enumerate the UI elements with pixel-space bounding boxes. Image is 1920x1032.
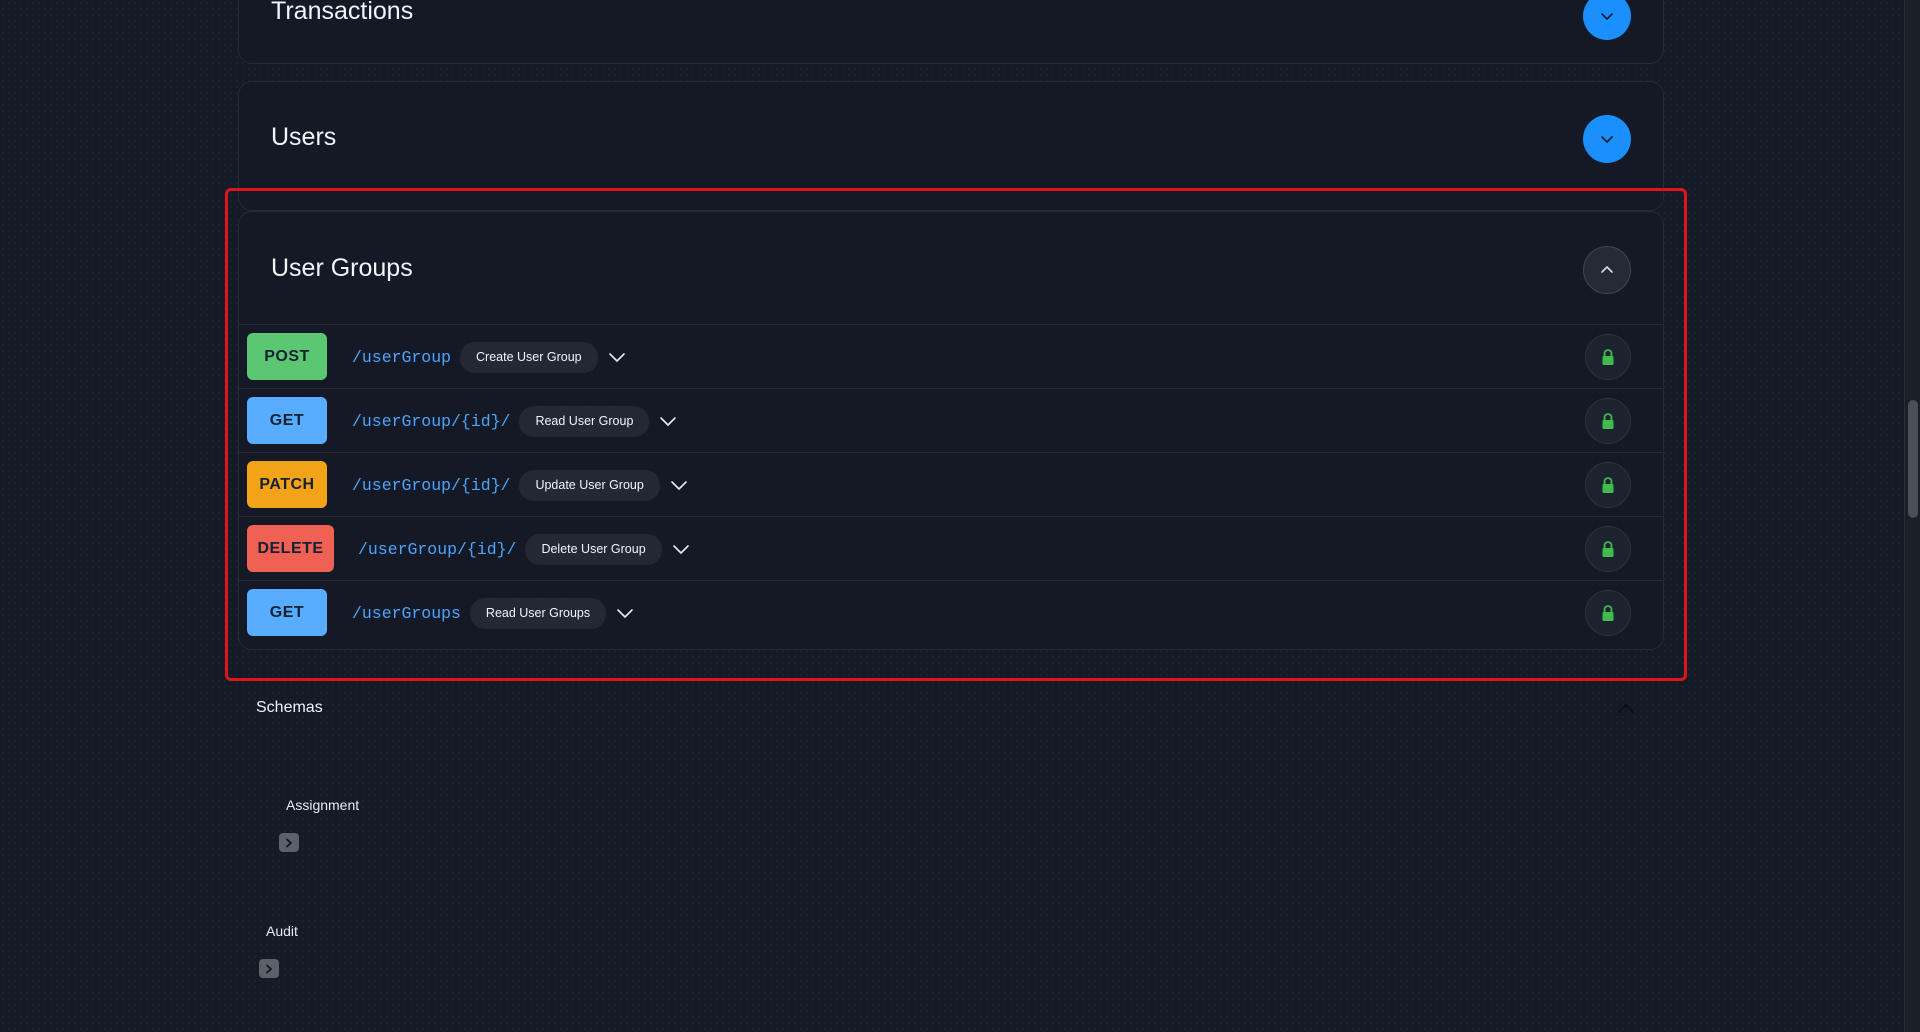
operation-path: /userGroup/{id}/	[352, 411, 511, 431]
chevron-right-icon	[286, 838, 292, 847]
section-transactions: Transactions	[238, 0, 1664, 64]
chevron-up-icon	[1601, 266, 1613, 273]
method-badge-patch: PATCH	[247, 461, 327, 508]
method-badge-post: POST	[247, 333, 327, 380]
scrollbar-thumb[interactable]	[1908, 400, 1918, 518]
chevron-down-icon[interactable]	[616, 604, 634, 622]
lock-icon	[1602, 349, 1614, 365]
operation-summary: Update User Group	[519, 469, 660, 501]
section-title-user-groups[interactable]: User Groups	[271, 254, 413, 283]
chevron-down-icon[interactable]	[672, 540, 690, 558]
operation-summary: Read User Groups	[469, 597, 607, 629]
section-users: Users	[238, 81, 1664, 211]
operation-row[interactable]: GET /userGroup/{id}/ Read User Group	[239, 388, 1663, 452]
method-badge-get: GET	[247, 589, 327, 636]
schema-expand-button[interactable]	[279, 833, 299, 852]
operation-path: /userGroup	[352, 347, 452, 367]
api-docs-page: Transactions Users User Groups POST /use…	[0, 0, 1904, 1032]
schema-name: Audit	[266, 923, 298, 939]
vertical-scrollbar[interactable]	[1904, 0, 1920, 1032]
users-toggle-button[interactable]	[1583, 115, 1631, 163]
lock-icon	[1602, 477, 1614, 493]
chevron-right-icon	[266, 964, 272, 973]
operations-list: POST /userGroup Create User Group GET /u…	[239, 324, 1663, 644]
authorize-button[interactable]	[1585, 590, 1631, 636]
lock-icon	[1602, 413, 1614, 429]
user-groups-toggle-button[interactable]	[1583, 246, 1631, 294]
authorize-button[interactable]	[1585, 334, 1631, 380]
operation-summary: Create User Group	[460, 341, 598, 373]
method-badge-get: GET	[247, 397, 327, 444]
schema-expand-button[interactable]	[259, 959, 279, 978]
operation-path: /userGroup/{id}/	[352, 475, 511, 495]
operation-path: /userGroup/{id}/	[358, 539, 517, 559]
lock-icon	[1602, 605, 1614, 621]
chevron-up-icon[interactable]	[1617, 701, 1635, 715]
schema-name: Assignment	[286, 797, 360, 813]
schemas-title[interactable]: Schemas	[256, 699, 323, 717]
schema-item-assignment[interactable]: Assignment	[286, 797, 359, 813]
chevron-down-icon[interactable]	[659, 412, 677, 430]
authorize-button[interactable]	[1585, 462, 1631, 508]
authorize-button[interactable]	[1585, 398, 1631, 444]
chevron-down-icon	[1601, 136, 1613, 143]
operation-row[interactable]: GET /userGroups Read User Groups	[239, 580, 1663, 644]
section-title-transactions[interactable]: Transactions	[271, 0, 413, 26]
chevron-down-icon[interactable]	[608, 348, 626, 366]
operation-row[interactable]: DELETE /userGroup/{id}/ Delete User Grou…	[239, 516, 1663, 580]
lock-icon	[1602, 541, 1614, 557]
operation-row[interactable]: PATCH /userGroup/{id}/ Update User Group	[239, 452, 1663, 516]
authorize-button[interactable]	[1585, 526, 1631, 572]
transactions-toggle-button[interactable]	[1583, 0, 1631, 40]
operation-row[interactable]: POST /userGroup Create User Group	[239, 324, 1663, 388]
section-user-groups: User Groups POST /userGroup Create User …	[238, 211, 1664, 650]
method-badge-delete: DELETE	[247, 525, 334, 572]
operation-path: /userGroups	[352, 603, 461, 623]
section-title-users[interactable]: Users	[271, 123, 336, 152]
operation-summary: Delete User Group	[525, 533, 662, 565]
schema-item-audit[interactable]: Audit	[266, 923, 298, 939]
chevron-down-icon[interactable]	[670, 476, 688, 494]
chevron-down-icon	[1601, 13, 1613, 20]
operation-summary: Read User Group	[519, 405, 650, 437]
